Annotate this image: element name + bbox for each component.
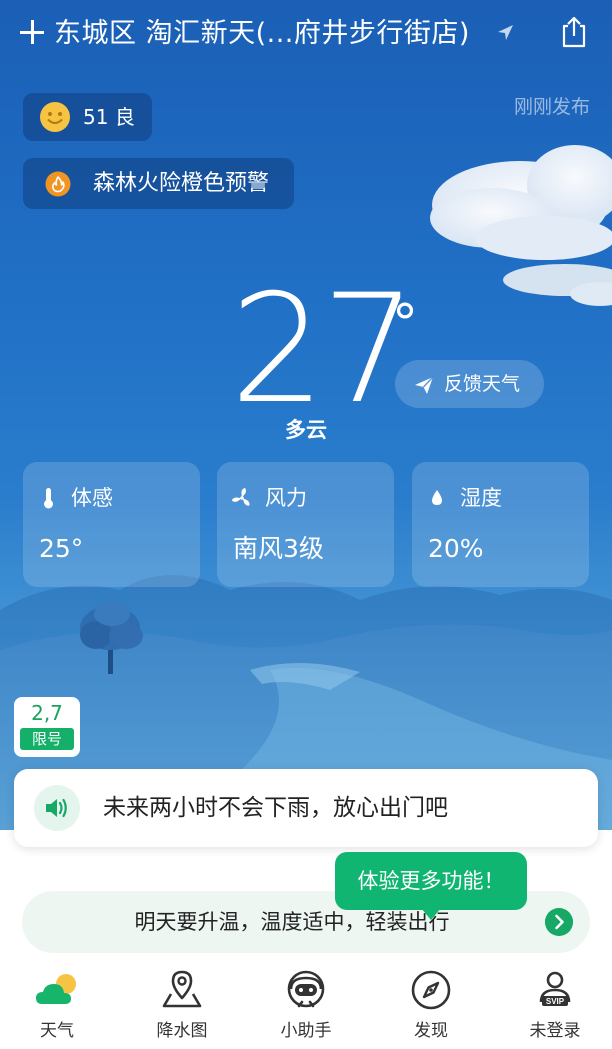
wind-card[interactable]: 风力 南风3级 xyxy=(217,462,394,587)
air-quality-text: 51 良 xyxy=(83,105,135,129)
card-label: 体感 xyxy=(71,486,113,510)
top-bar: 东城区 淘汇新天(...府井步行街店) xyxy=(0,0,612,70)
tooltip-text: 体验更多功能！ xyxy=(357,869,505,893)
water-drop-icon xyxy=(432,490,442,505)
cloud-illustration xyxy=(430,145,612,306)
weather-hero: 东城区 淘汇新天(...府井步行街店) 51 良 刚刚发布 森林火险橙色预警 2… xyxy=(0,0,612,830)
tab-label: 小助手 xyxy=(280,1021,332,1041)
feedback-label: 反馈天气 xyxy=(444,373,521,395)
tab-assistant[interactable]: 小助手 xyxy=(245,958,367,1049)
card-label: 风力 xyxy=(265,486,307,510)
chevron-right-icon[interactable] xyxy=(545,908,573,936)
user-svip-icon: SVIP xyxy=(539,971,571,1006)
card-value: 25° xyxy=(39,534,84,563)
smiley-icon xyxy=(40,102,70,132)
feels-like-card[interactable]: 体感 25° xyxy=(23,462,200,587)
weather-alert-chip[interactable]: 森林火险橙色预警 xyxy=(23,158,294,209)
tab-label: 未登录 xyxy=(529,1021,581,1041)
restriction-label: 限号 xyxy=(20,728,74,750)
tab-discover[interactable]: 发现 xyxy=(370,958,492,1049)
traffic-restriction-badge[interactable]: 2,7 限号 xyxy=(14,697,80,757)
tab-label: 天气 xyxy=(40,1021,74,1041)
share-icon[interactable] xyxy=(556,14,592,50)
air-quality-chip[interactable]: 51 良 xyxy=(23,93,152,141)
feature-tooltip[interactable]: 体验更多功能！ xyxy=(335,852,527,920)
thermometer-icon xyxy=(44,488,53,509)
card-value: 南风3级 xyxy=(233,534,324,563)
tab-weather[interactable]: 天气 xyxy=(0,958,118,1049)
compass-icon xyxy=(411,970,451,1010)
weather-condition: 多云 xyxy=(285,418,327,442)
tab-label: 降水图 xyxy=(156,1021,208,1041)
card-label: 湿度 xyxy=(460,486,502,510)
tab-label: 发现 xyxy=(414,1021,448,1041)
current-temperature: 27 xyxy=(230,263,417,437)
svg-text:SVIP: SVIP xyxy=(546,997,565,1006)
map-pin-icon xyxy=(162,970,202,1008)
tab-account[interactable]: SVIP 未登录 xyxy=(494,958,612,1049)
rain-forecast-card[interactable]: 未来两小时不会下雨，放心出门吧 xyxy=(14,769,598,847)
publish-status: 刚刚发布 xyxy=(513,96,590,118)
humidity-card[interactable]: 湿度 20% xyxy=(412,462,589,587)
assistant-icon xyxy=(287,970,325,1008)
card-value: 20% xyxy=(428,534,484,563)
restriction-numbers: 2,7 xyxy=(31,701,63,725)
speaker-icon xyxy=(34,785,80,831)
location-arrow-icon xyxy=(498,25,513,40)
alert-text: 森林火险橙色预警 xyxy=(93,171,270,196)
degree-symbol: ° xyxy=(392,294,418,354)
tab-precipitation-map[interactable]: 降水图 xyxy=(121,958,243,1049)
bottom-tab-bar: 天气 降水图 小助手 发现 SVIP 未登录 xyxy=(0,958,612,1049)
weather-icon xyxy=(36,974,76,1004)
fan-icon xyxy=(231,488,250,506)
fire-alert-icon xyxy=(45,171,71,197)
feedback-weather-button[interactable]: 反馈天气 xyxy=(395,360,544,408)
rain-forecast-text: 未来两小时不会下雨，放心出门吧 xyxy=(103,795,448,821)
location-title[interactable]: 东城区 淘汇新天(...府井步行街店) xyxy=(54,14,470,54)
add-city-button[interactable] xyxy=(14,14,50,50)
send-icon xyxy=(415,376,434,394)
daily-tip-text: 明天要升温，温度适中，轻装出行 xyxy=(134,910,450,934)
